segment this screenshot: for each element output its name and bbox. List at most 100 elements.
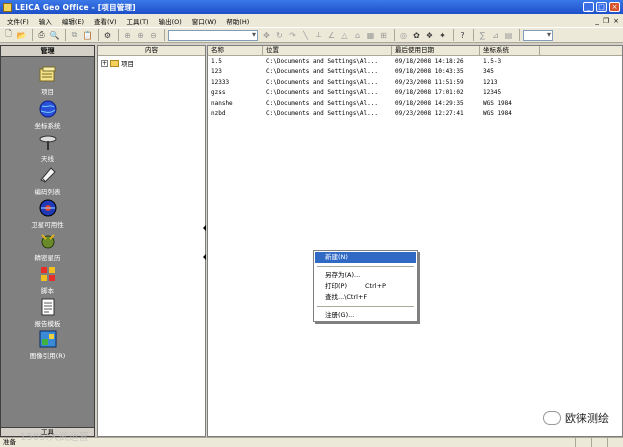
column-name[interactable]: 名称 bbox=[208, 46, 263, 55]
script-icon bbox=[40, 267, 55, 281]
nav-item-project[interactable]: 项目 bbox=[1, 65, 94, 96]
close-button[interactable]: × bbox=[609, 2, 620, 12]
table-row[interactable]: 123 C:\Documents and Settings\Al... 09/1… bbox=[208, 67, 622, 78]
cell-date: 09/23/2008 12:27:41 bbox=[395, 110, 464, 118]
nav-item-report-template[interactable]: 报告模板 bbox=[1, 297, 94, 328]
table-row[interactable]: 1.5 C:\Documents and Settings\Al... 09/1… bbox=[208, 56, 622, 67]
network-icon[interactable]: ❖ bbox=[424, 30, 435, 41]
grid-icon[interactable]: ⊞ bbox=[378, 30, 389, 41]
expand-icon[interactable]: + bbox=[101, 59, 108, 67]
nav-item-satellite-availability[interactable]: 卫星可用性 bbox=[1, 198, 94, 229]
zoom-in-icon[interactable]: ⊕ bbox=[135, 30, 146, 41]
menu-item-find[interactable]: 查找...\Ctrl+F bbox=[315, 292, 416, 303]
open-folder-icon[interactable]: 📂 bbox=[16, 30, 27, 41]
angle-icon[interactable]: ∠ bbox=[326, 30, 337, 41]
redo-icon[interactable]: ↷ bbox=[287, 30, 298, 41]
view-combo[interactable] bbox=[168, 29, 258, 41]
ephemeris-icon bbox=[40, 234, 55, 249]
zoom-out-icon[interactable]: ⊖ bbox=[148, 30, 159, 41]
print-icon[interactable]: ⎙ bbox=[36, 30, 47, 41]
nav-header: 管理 bbox=[1, 46, 94, 57]
nav-item-label: 天线 bbox=[41, 155, 54, 163]
cell-date: 09/18/2008 14:18:26 bbox=[395, 57, 464, 65]
menu-item-register[interactable]: 注册(G)... bbox=[315, 310, 416, 321]
cell-location: C:\Documents and Settings\Al... bbox=[266, 78, 378, 86]
column-last-used[interactable]: 最后使用日期 bbox=[392, 46, 480, 55]
process-icon[interactable]: ✿ bbox=[411, 30, 422, 41]
mdi-minimize-button[interactable]: _ bbox=[595, 17, 599, 25]
menu-file[interactable]: 文件(F) bbox=[2, 16, 34, 26]
splitter-arrow-icon[interactable] bbox=[203, 225, 206, 231]
pan-icon[interactable]: ✥ bbox=[261, 30, 272, 41]
nav-item-image-reference[interactable]: 图像引用(R) bbox=[1, 329, 94, 360]
table-row[interactable]: nanshe C:\Documents and Settings\Al... 0… bbox=[208, 98, 622, 109]
nav-item-precise-ephemeris[interactable]: 精密星历 bbox=[1, 231, 94, 262]
project-list: 名称 位置 最后使用日期 坐标系统 1.5 C:\Documents and S… bbox=[207, 45, 623, 437]
target-icon[interactable]: ◎ bbox=[398, 30, 409, 41]
table-row[interactable]: nzbd C:\Documents and Settings\Al... 09/… bbox=[208, 109, 622, 120]
status-text: 准备 bbox=[3, 438, 16, 446]
toolbar-separator bbox=[453, 29, 454, 41]
properties-icon[interactable]: ⚙ bbox=[102, 30, 113, 41]
menu-view[interactable]: 查看(V) bbox=[89, 16, 122, 26]
maximize-button[interactable]: □ bbox=[596, 2, 607, 12]
cell-date: 09/18/2008 17:01:02 bbox=[395, 89, 464, 97]
cell-date: 09/18/2008 10:43:35 bbox=[395, 68, 464, 76]
menu-item-save-as[interactable]: 另存为(A)... bbox=[315, 270, 416, 281]
copy-icon[interactable]: ⧉ bbox=[69, 30, 80, 41]
triangle-icon[interactable]: △ bbox=[339, 30, 350, 41]
menu-tools[interactable]: 工具(T) bbox=[122, 16, 154, 26]
nav-item-antenna[interactable]: 天线 bbox=[1, 132, 94, 163]
cell-name: 123 bbox=[211, 68, 222, 76]
menu-separator bbox=[317, 266, 414, 267]
menu-window[interactable]: 窗口(W) bbox=[187, 16, 222, 26]
cell-coord: WGS 1984 bbox=[483, 99, 512, 107]
calc-icon[interactable]: ∑ bbox=[477, 30, 488, 41]
zoom-icon[interactable]: ⊕ bbox=[122, 30, 133, 41]
watermark-text: 欧徕测绘 bbox=[565, 412, 609, 425]
line-icon[interactable]: ╲ bbox=[300, 30, 311, 41]
menu-item-new[interactable]: 新建(N) bbox=[315, 252, 416, 263]
tag-icon[interactable]: ⌂ bbox=[352, 30, 363, 41]
scale-combo[interactable] bbox=[523, 29, 553, 41]
nav-item-script[interactable]: 脚本 bbox=[1, 264, 94, 295]
menu-item-label: 新建(N) bbox=[325, 253, 348, 261]
tree-header[interactable]: 内容 bbox=[98, 46, 205, 56]
menu-help[interactable]: 帮助(H) bbox=[221, 16, 254, 26]
nav-item-coordinate-system[interactable]: 坐标系统 bbox=[1, 99, 94, 130]
mdi-close-button[interactable]: × bbox=[613, 17, 619, 25]
minimize-button[interactable]: _ bbox=[583, 2, 594, 12]
new-file-icon[interactable]: 🗋 bbox=[3, 29, 14, 41]
table-row[interactable]: gzss C:\Documents and Settings\Al... 09/… bbox=[208, 88, 622, 99]
nav-item-label: 坐标系统 bbox=[34, 122, 61, 130]
splitter-arrow-icon[interactable] bbox=[203, 254, 206, 260]
rotate-icon[interactable]: ↻ bbox=[274, 30, 285, 41]
nav-pane: 管理 项目 坐标系统 天线 编码列表 卫星可用性 精密星历 脚本 报告模板 图像… bbox=[0, 45, 95, 437]
column-coord-system[interactable]: 坐标系统 bbox=[480, 46, 540, 55]
help-icon[interactable]: ? bbox=[457, 30, 468, 41]
table-icon[interactable]: ▤ bbox=[503, 30, 514, 41]
toolbar-separator bbox=[164, 29, 165, 41]
print-preview-icon[interactable]: 🔍 bbox=[49, 30, 60, 41]
menu-item-print[interactable]: 打印(P) Ctrl+P bbox=[315, 281, 416, 292]
mdi-restore-button[interactable]: ❐ bbox=[603, 17, 609, 25]
table-row[interactable]: 12333 C:\Documents and Settings\Al... 09… bbox=[208, 77, 622, 88]
tree-node-projects[interactable]: + 项目 bbox=[98, 56, 205, 70]
nav-item-code-list[interactable]: 编码列表 bbox=[1, 165, 94, 196]
cell-name: nanshe bbox=[211, 99, 233, 107]
paste-icon[interactable]: 📋 bbox=[82, 30, 93, 41]
status-pane bbox=[575, 438, 591, 447]
cell-date: 09/18/2008 14:29:35 bbox=[395, 99, 464, 107]
chart-icon[interactable]: ⊿ bbox=[490, 30, 501, 41]
satellite-tb-icon[interactable]: ✦ bbox=[437, 30, 448, 41]
menu-edit[interactable]: 编辑(E) bbox=[57, 16, 89, 26]
window-title: LEICA Geo Office - [项目管理] bbox=[15, 2, 136, 12]
measure-icon[interactable]: ⟂ bbox=[313, 30, 324, 41]
column-location[interactable]: 位置 bbox=[263, 46, 392, 55]
menu-item-label: 查找...\Ctrl+F bbox=[325, 293, 368, 301]
layers-icon[interactable]: ▦ bbox=[365, 30, 376, 41]
menu-import[interactable]: 输入 bbox=[34, 16, 57, 26]
menu-output[interactable]: 输出(O) bbox=[154, 16, 187, 26]
wechat-icon bbox=[543, 411, 561, 425]
project-icon bbox=[39, 66, 55, 82]
